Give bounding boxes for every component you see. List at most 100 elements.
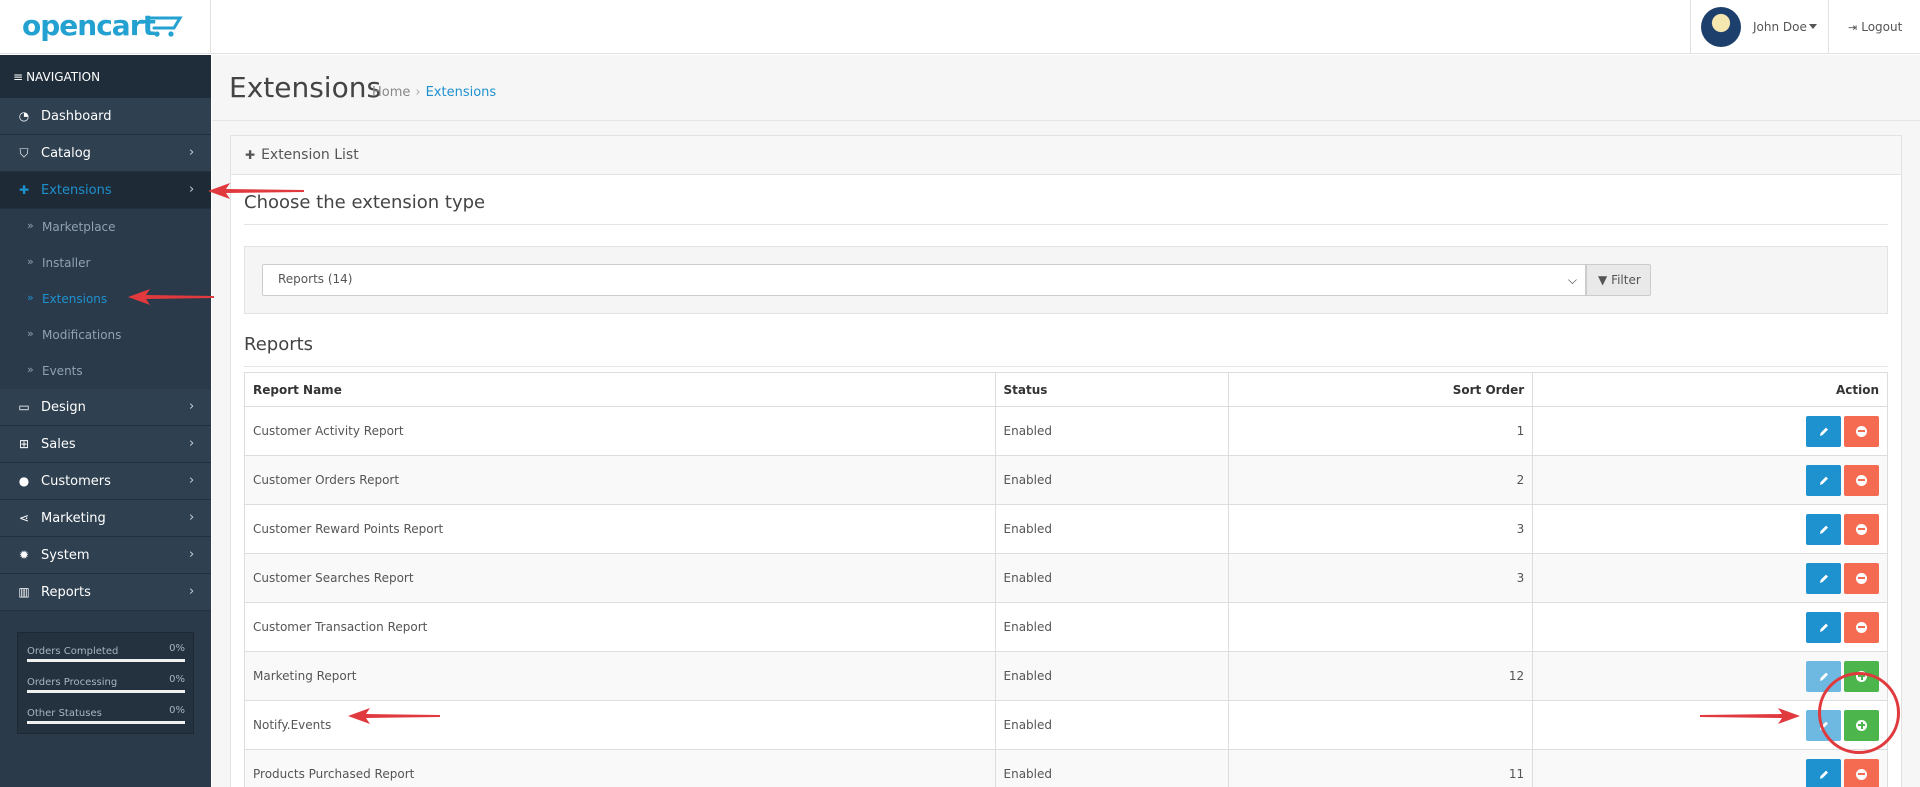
sidebar-subitem-installer[interactable]: » Installer: [0, 245, 211, 281]
chevron-right-icon: ›: [189, 399, 195, 414]
minus-circle-icon: [1856, 523, 1867, 535]
status-cell: Enabled: [994, 406, 1230, 456]
sidebar-item-system[interactable]: ✹ System ›: [0, 537, 211, 574]
breadcrumb-extensions[interactable]: Extensions: [426, 85, 497, 100]
filter-label: Filter: [1611, 273, 1641, 287]
section-divider: [244, 224, 1888, 225]
table-row: Customer Reward Points Report Enabled 3: [244, 504, 1888, 554]
action-cell: [1532, 455, 1888, 505]
edit-button[interactable]: [1806, 562, 1841, 594]
page-title: Extensions: [229, 71, 382, 104]
logout-label: Logout: [1861, 20, 1903, 34]
main-content: Extensions Home › Extensions ✚ Extension Li…: [212, 55, 1920, 787]
uninstall-button[interactable]: [1844, 513, 1879, 545]
minus-circle-icon: [1856, 572, 1867, 584]
share-icon: ⋖: [18, 511, 30, 525]
sign-out-icon: ⇥: [1848, 21, 1858, 34]
edit-button[interactable]: [1806, 758, 1841, 787]
double-chevron-right-icon: »: [27, 255, 34, 268]
minus-circle-icon: [1856, 768, 1867, 780]
uninstall-button[interactable]: [1844, 415, 1879, 447]
sidebar-item-label: Dashboard: [41, 109, 112, 124]
sidebar-item-design[interactable]: ▭ Design ›: [0, 389, 211, 426]
sidebar-subitem-marketplace[interactable]: » Marketplace: [0, 209, 211, 245]
reports-section-title: Reports: [244, 334, 314, 355]
annotation-arrow: [128, 289, 214, 305]
logo[interactable]: opencart: [0, 0, 211, 54]
filter-button[interactable]: ▼ Filter: [1586, 264, 1651, 296]
extension-type-select[interactable]: Reports (14) ⌵: [262, 264, 1586, 296]
puzzle-icon: ✚: [245, 148, 256, 162]
report-name-cell: Customer Transaction Report: [244, 602, 996, 652]
breadcrumb-home[interactable]: Home: [372, 85, 410, 100]
table-header-row: Report Name Status Sort Order Action: [244, 372, 1888, 407]
status-cell: Enabled: [994, 749, 1230, 787]
sidebar-item-sales[interactable]: ⊞ Sales ›: [0, 426, 211, 463]
sidebar-item-catalog[interactable]: ⛉ Catalog ›: [0, 135, 211, 172]
chevron-right-icon: ›: [189, 436, 195, 451]
annotation-arrow: [348, 708, 440, 724]
stat-item: Other Statuses 0%: [27, 705, 185, 736]
sort-order-cell: 11: [1228, 749, 1534, 787]
annotation-circle: [1818, 672, 1900, 754]
edit-button[interactable]: [1806, 464, 1841, 496]
logout-link[interactable]: ⇥ Logout: [1848, 20, 1902, 34]
annotation-arrow: [208, 183, 304, 199]
status-cell: Enabled: [994, 504, 1230, 554]
action-cell: [1532, 504, 1888, 554]
column-header-status[interactable]: Status: [994, 372, 1230, 407]
uninstall-button[interactable]: [1844, 611, 1879, 643]
avatar: [1701, 7, 1741, 47]
sidebar-item-reports[interactable]: ▥ Reports ›: [0, 574, 211, 611]
column-header-sort-order[interactable]: Sort Order: [1228, 372, 1534, 407]
uninstall-button[interactable]: [1844, 464, 1879, 496]
user-menu[interactable]: John Doe: [1690, 0, 1829, 54]
sort-order-cell: [1228, 602, 1534, 652]
nav-menu: ◔ Dashboard ⛉ Catalog › ✚ Extensions › » Marketpl…: [0, 98, 211, 611]
table-row: Customer Transaction Report Enabled: [244, 602, 1888, 652]
sidebar-item-label: Marketing: [41, 511, 106, 526]
stat-item: Orders Processing 0%: [27, 674, 185, 705]
sidebar-item-label: Extensions: [41, 183, 112, 198]
table-row: Customer Orders Report Enabled 2: [244, 455, 1888, 505]
sidebar-subitem-modifications[interactable]: » Modifications: [0, 317, 211, 353]
progress-bar: [27, 659, 185, 662]
stat-label: Other Statuses: [27, 708, 102, 719]
uninstall-button[interactable]: [1844, 562, 1879, 594]
sidebar-subitem-label: Extensions: [42, 292, 108, 306]
stat-item: Orders Completed 0%: [27, 643, 185, 674]
sidebar-item-dashboard[interactable]: ◔ Dashboard: [0, 98, 211, 135]
sort-order-cell: [1228, 700, 1534, 750]
status-cell: Enabled: [994, 700, 1230, 750]
sidebar-subitem-events[interactable]: » Events: [0, 353, 211, 389]
edit-button[interactable]: [1806, 611, 1841, 643]
dashboard-icon: ◔: [18, 109, 30, 123]
sidebar-item-extensions[interactable]: ✚ Extensions ›: [0, 172, 211, 209]
report-name-cell: Customer Activity Report: [244, 406, 996, 456]
stat-label: Orders Completed: [27, 646, 119, 657]
sidebar-item-customers[interactable]: ● Customers ›: [0, 463, 211, 500]
navigation-heading[interactable]: ≡ NAVIGATION: [0, 55, 211, 98]
table-row: Products Purchased Report Enabled 11: [244, 749, 1888, 787]
sidebar-item-marketing[interactable]: ⋖ Marketing ›: [0, 500, 211, 537]
double-chevron-right-icon: »: [27, 219, 34, 232]
puzzle-icon: ✚: [18, 183, 30, 197]
tags-icon: ⛉: [19, 146, 29, 160]
sort-order-cell: 3: [1228, 504, 1534, 554]
chevron-right-icon: ›: [189, 510, 195, 525]
report-name-cell: Marketing Report: [244, 651, 996, 701]
user-name: John Doe: [1753, 20, 1807, 34]
stat-value: 0%: [169, 674, 185, 685]
minus-circle-icon: [1856, 621, 1867, 633]
column-header-report-name[interactable]: Report Name: [244, 372, 996, 407]
edit-button[interactable]: [1806, 415, 1841, 447]
sidebar-subitem-label: Events: [42, 364, 83, 378]
edit-button[interactable]: [1806, 513, 1841, 545]
minus-circle-icon: [1856, 425, 1867, 437]
status-cell: Enabled: [994, 553, 1230, 603]
uninstall-button[interactable]: [1844, 758, 1879, 787]
order-stats: Orders Completed 0% Orders Processing 0% Oth…: [17, 632, 194, 734]
monitor-icon: ▭: [18, 400, 30, 414]
report-name-cell: Products Purchased Report: [244, 749, 996, 787]
annotation-arrow: [1700, 708, 1800, 724]
